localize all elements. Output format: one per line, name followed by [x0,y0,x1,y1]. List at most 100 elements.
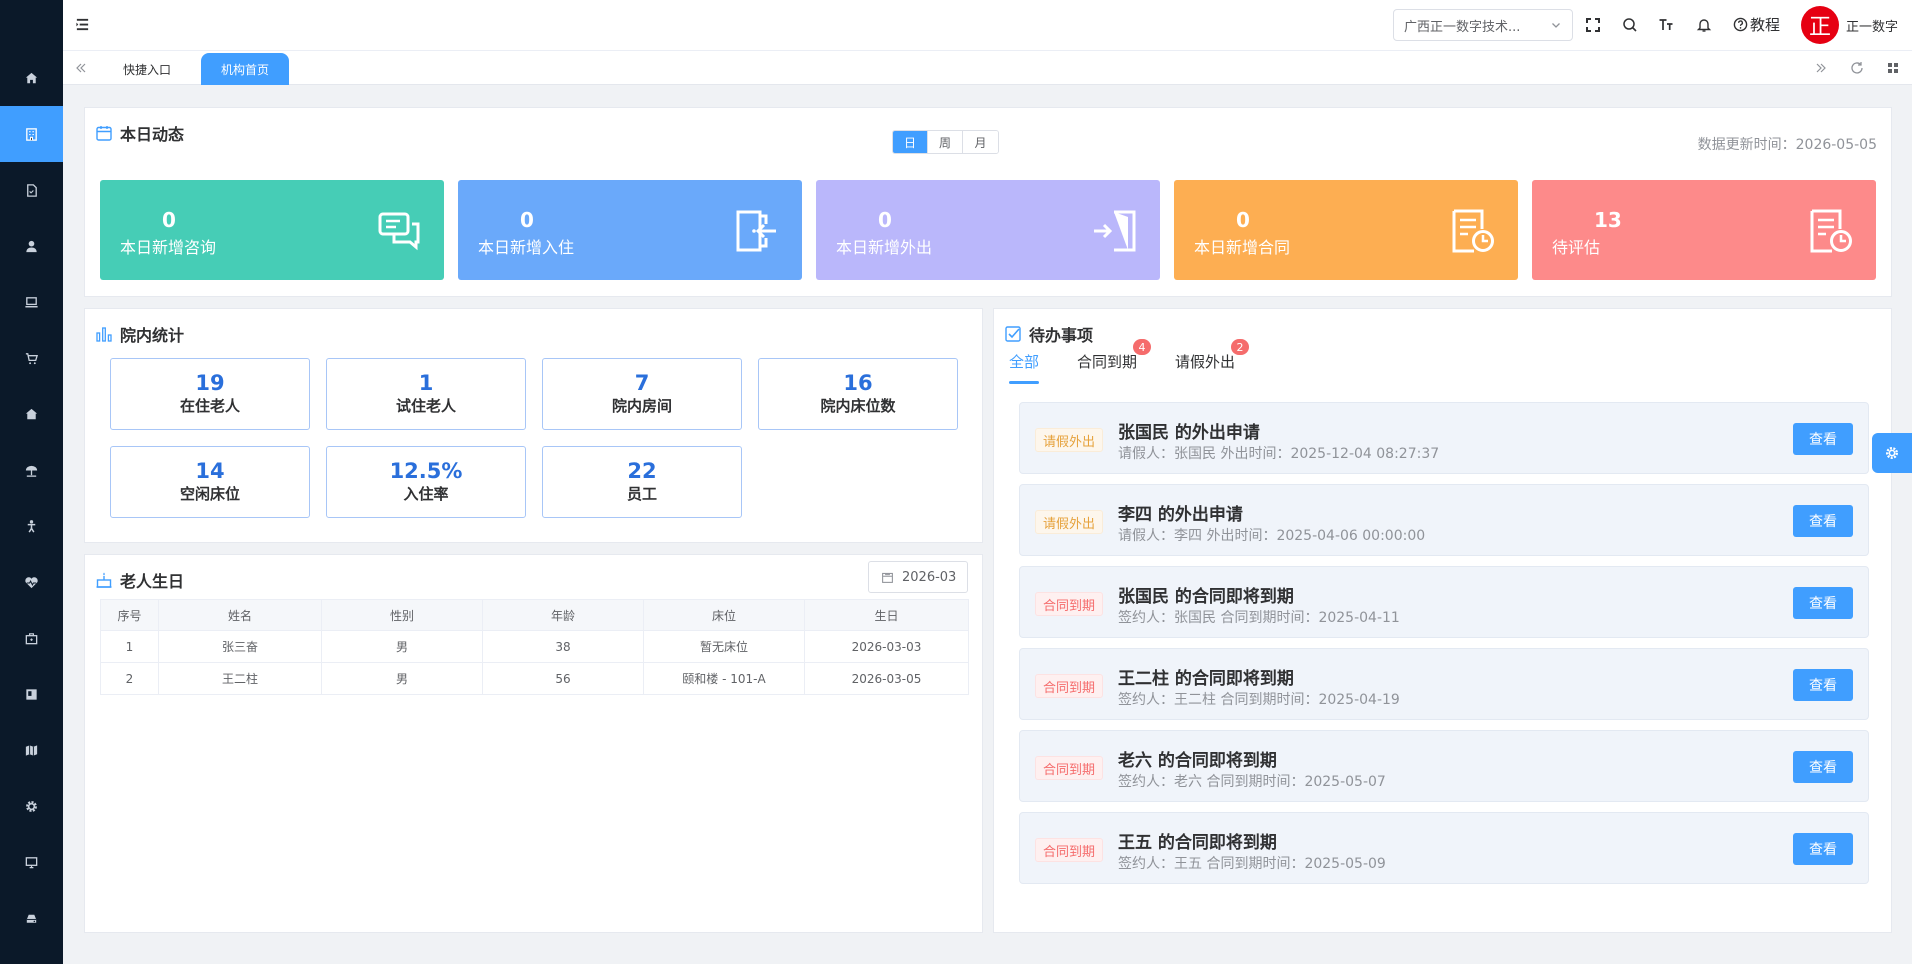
avatar[interactable]: 正 [1801,6,1839,44]
sidebar-item-home[interactable] [0,50,63,106]
card-new-outing[interactable]: 0 本日新增外出 [816,180,1160,280]
card-new-consult[interactable]: 0 本日新增咨询 [100,180,444,280]
tabs-bar: 快捷入口 机构首页 [63,51,1912,85]
cake-icon [96,572,112,588]
cart-icon [25,352,39,364]
sidebar-item-health[interactable] [0,554,63,610]
stat-staff: 22 员工 [542,446,742,518]
todo-item-title: 王二柱 的合同即将到期 [1118,669,1294,689]
table-row[interactable]: 2 王二柱 男 56 颐和楼 - 101-A 2026-03-05 [100,662,969,695]
bell-icon[interactable] [1695,16,1713,34]
scroll-right-icon[interactable] [1813,60,1829,76]
sidebar-item-map[interactable] [0,722,63,778]
sidebar-item-board[interactable] [0,666,63,722]
stat-value: 7 [634,371,650,395]
top-header: 广西正一数字技术... 教程 正 正一数字 [63,0,1912,51]
todo-item-detail: 签约人：王二柱 合同到期时间：2025-04-19 [1118,692,1400,708]
stat-value: 22 [627,459,657,483]
sidebar-item-users[interactable] [0,218,63,274]
building-icon [26,127,37,141]
view-button[interactable]: 查看 [1793,669,1853,701]
todo-item: 合同到期 王二柱 的合同即将到期 签约人：王二柱 合同到期时间：2025-04-… [1019,648,1869,720]
sidebar-item-rooms[interactable] [0,386,63,442]
table-cell: 2026-03-05 [804,662,969,695]
sidebar-item-monitor[interactable] [0,834,63,890]
todo-panel: 待办事项 全部 合同到期 4 请假外出 2 请假外出 张国民 的外出申请 请假人：张… [993,308,1892,933]
tab-institution-home[interactable]: 机构首页 [201,53,290,85]
todo-tab-badge: 4 [1133,339,1152,355]
todo-tab-label: 请假外出 [1175,353,1236,371]
assessment-icon [1810,209,1852,253]
tutorial-label: 教程 [1750,16,1781,34]
tab-quick-entry[interactable]: 快捷入口 [103,53,191,85]
username[interactable]: 正一数字 [1846,16,1898,35]
view-button[interactable]: 查看 [1793,833,1853,865]
view-button[interactable]: 查看 [1793,587,1853,619]
stat-label: 员工 [626,485,657,503]
sidebar-item-documents[interactable] [0,162,63,218]
todo-tag: 请假外出 [1035,510,1104,534]
table-cell: 颐和楼 - 101-A [643,662,805,695]
gear-icon [26,800,37,812]
period-toggle: 日 周 月 [892,130,999,154]
org-select[interactable]: 广西正一数字技术... [1393,9,1573,41]
scroll-left-icon[interactable] [73,60,89,76]
table-row[interactable]: 1 张三奋 男 38 暂无床位 2026-03-03 [100,630,969,663]
todo-tab-all[interactable]: 全部 [1009,351,1040,384]
stat-value: 16 [843,371,873,395]
todo-item: 请假外出 李四 的外出申请 请假人：李四 外出时间：2025-04-06 00:… [1019,484,1869,556]
stat-label: 空闲床位 [179,485,240,503]
monitor-icon [25,856,38,868]
view-button[interactable]: 查看 [1793,751,1853,783]
home-icon [25,72,38,83]
sidebar-item-care[interactable] [0,498,63,554]
help-circle-icon [1733,17,1748,32]
sidebar-item-shop[interactable] [0,330,63,386]
card-pending-assessment[interactable]: 13 待评估 [1532,180,1876,280]
heart-pulse-icon [25,576,38,588]
column-header: 序号 [100,599,159,631]
menu-toggle-icon[interactable] [75,17,90,32]
card-new-checkin[interactable]: 0 本日新增入住 [458,180,802,280]
stat-label: 入住率 [403,485,449,503]
grid-menu-icon[interactable] [1885,60,1901,76]
column-header: 年龄 [482,599,644,631]
todo-tab-leave[interactable]: 请假外出 2 [1175,339,1250,384]
todo-tag: 合同到期 [1035,756,1104,780]
period-month[interactable]: 月 [963,131,998,153]
sidebar-item-services[interactable] [0,610,63,666]
period-day[interactable]: 日 [893,131,928,153]
sidebar-item-leisure[interactable] [0,442,63,498]
font-size-icon[interactable] [1657,16,1675,34]
card-value: 0 [878,208,892,232]
todo-title: 待办事项 [1004,322,1093,346]
search-icon[interactable] [1621,16,1639,34]
sidebar-item-storage[interactable] [0,890,63,946]
refresh-icon[interactable] [1849,60,1865,76]
chevron-down-icon [1552,23,1560,28]
view-button[interactable]: 查看 [1793,423,1853,455]
todo-tab-contract[interactable]: 合同到期 4 [1077,339,1152,384]
sidebar-item-devices[interactable] [0,274,63,330]
period-week[interactable]: 周 [928,131,963,153]
tutorial-link[interactable]: 教程 [1733,14,1780,35]
column-header: 性别 [321,599,483,631]
todo-item-detail: 签约人：王五 合同到期时间：2025-05-09 [1118,856,1386,872]
table-cell: 王二柱 [158,662,322,695]
stat-residents: 19 在住老人 [110,358,310,430]
settings-float-button[interactable] [1872,433,1912,473]
fullscreen-icon[interactable] [1584,16,1602,34]
view-button[interactable]: 查看 [1793,505,1853,537]
sidebar-item-institution[interactable] [0,106,63,162]
card-label: 本日新增咨询 [120,238,217,257]
month-picker[interactable]: 2026-03 [868,561,968,593]
todo-tag: 合同到期 [1035,838,1104,862]
today-title-text: 本日动态 [120,125,185,144]
todo-tag: 合同到期 [1035,592,1104,616]
sidebar-item-settings[interactable] [0,778,63,834]
stats-panel: 院内统计 19 在住老人 1 试住老人 7 院内房间 16 院内床位数 14 空闲床位 1… [84,308,983,543]
document-icon [27,183,37,197]
today-panel: 本日动态 日 周 月 数据更新时间：2026-05-05 0 本日新增咨询 0 … [84,107,1892,297]
map-icon [25,744,38,756]
card-new-contract[interactable]: 0 本日新增合同 [1174,180,1518,280]
